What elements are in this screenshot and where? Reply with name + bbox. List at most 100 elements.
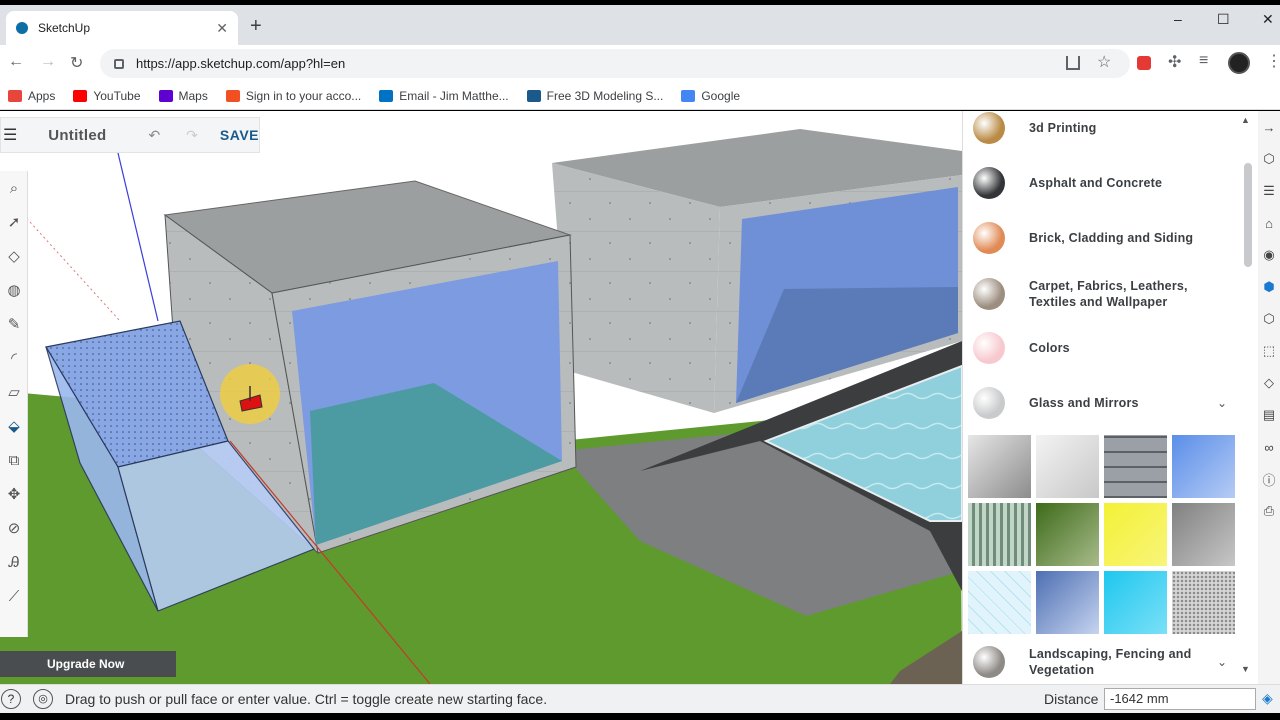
material-category-row[interactable]: Carpet, Fabrics, Leathers, Textiles and … [963,269,1243,319]
arc-tool-icon[interactable]: ◜ [0,341,28,375]
material-category-row[interactable]: 3d Printing [963,111,1243,145]
sketchup-logo-icon: ◈ [1262,690,1273,706]
right-panel-tool-icon[interactable]: ☰ [1258,175,1280,207]
bookmark-item[interactable]: Google [681,89,740,103]
forward-button[interactable]: → [40,53,56,71]
right-panel-tool-icon[interactable]: ⬚ [1258,335,1280,367]
material-swatch [973,112,1005,144]
reload-button[interactable]: ↻ [70,53,83,73]
material-category-row[interactable]: Glass and Mirrors ⌄ [963,386,1243,420]
right-panel-tool-icon[interactable]: ⬢ [1258,271,1280,303]
model-viewport[interactable]: ☰ Untitled ↶ ↷ SAVE ⌕ ➚ ◇ ◍ ✎ ◜ ▱ ⬙ ⧉ ✥ ⊘ Ꭿ ⟋ Upgrad… [0,111,962,684]
maximize-button[interactable]: ☐ [1217,11,1230,28]
minimize-button[interactable]: – [1174,11,1182,27]
google-icon [681,89,696,102]
dark-gray-glass-swatch[interactable] [1172,503,1235,566]
paint-bucket-tool-icon[interactable]: ◍ [0,273,28,307]
tab-close-icon[interactable]: ✕ [216,20,228,37]
bookmark-label: Apps [28,88,56,103]
eraser-tool-icon[interactable]: ◇ [0,239,28,273]
extensions-puzzle-icon[interactable]: ✣ [1168,52,1181,72]
panel-scrollbar[interactable] [1244,163,1252,267]
chevron-down-icon[interactable]: ⌄ [1217,396,1227,410]
chevron-down-icon[interactable]: ⌄ [1217,655,1227,669]
material-category-row[interactable]: Asphalt and Concrete [963,166,1243,200]
material-category-row[interactable]: Colors [963,331,1243,365]
bookmark-item[interactable]: Sign in to your acco... [225,88,362,103]
bookmark-item[interactable]: Apps [8,89,55,103]
bookmark-label: YouTube [93,88,141,103]
globe-icon[interactable]: ◎ [33,688,53,709]
address-bar[interactable]: https://app.sketchup.com/app?hl=en [100,49,1130,78]
speckled-swatch[interactable] [1172,571,1235,634]
select-tool-icon[interactable]: ➚ [0,205,28,239]
light-blue-grid-swatch[interactable] [968,571,1031,634]
blue-glass-swatch[interactable] [1172,435,1235,498]
hamburger-menu-icon[interactable]: ☰ [3,125,22,145]
material-swatch [973,387,1005,419]
model-title-bar: ☰ Untitled ↶ ↷ SAVE [0,117,260,153]
help-icon[interactable]: ? [1,688,21,709]
3d-scene[interactable] [0,111,962,684]
right-panel-tool-icon[interactable]: ⬡ [1258,143,1280,175]
right-panel-tool-icon[interactable]: ◇ [1258,367,1280,399]
move-tool-icon[interactable]: ✥ [0,477,28,511]
bookmark-label: Sign in to your acco... [245,88,362,103]
outlook-icon [379,89,394,102]
new-tab-button[interactable]: + [250,15,262,38]
model-name[interactable]: Untitled [48,127,106,144]
material-category-row[interactable]: Brick, Cladding and Siding [963,221,1243,255]
status-message: Drag to push or pull face or enter value… [65,690,548,707]
browser-menu-icon[interactable]: ⋮ [1266,51,1280,71]
pencil-tool-icon[interactable]: ✎ [0,307,28,341]
bookmark-item[interactable]: Maps [158,89,208,103]
section-tool-icon[interactable]: ⟋ [0,579,28,613]
yellow-glass-swatch[interactable] [1104,503,1167,566]
redo-button[interactable]: ↷ [186,127,198,144]
right-panel-tool-icon[interactable]: → [1258,111,1280,143]
bookmark-item[interactable]: Email - Jim Matthe... [379,89,509,103]
right-toolbar: → ⬡ ☰ ⌂ ◉ ⬢ ⬡ ⬚ ◇ ▤ ∞ ⓘ ⎙ [1258,111,1280,684]
bookmark-item[interactable]: YouTube [73,88,141,103]
tiled-pattern-swatch[interactable] [1104,435,1167,498]
right-panel-tool-icon[interactable]: ∞ [1258,431,1280,463]
light-gray-swatch[interactable] [1036,435,1099,498]
tape-measure-tool-icon[interactable]: ⊘ [0,511,28,545]
materials-panel: ▲ ▼ 3d Printing Asphalt and Concrete Brick… [962,111,1258,684]
material-category-row[interactable]: Landscaping, Fencing and Vegetation ⌄ [963,640,1243,684]
right-panel-tool-icon[interactable]: ⌂ [1258,207,1280,239]
sketchup-favicon-icon [16,22,28,34]
browser-tab-sketchup[interactable]: SketchUp ✕ [6,11,238,45]
right-panel-tool-icon[interactable]: ⎙ [1258,495,1280,527]
extension-pocket-icon[interactable] [1137,56,1151,70]
back-button[interactable]: ← [8,53,24,71]
right-panel-tool-icon[interactable]: ◉ [1258,239,1280,271]
upgrade-now-button[interactable]: Upgrade Now [0,651,176,677]
screen-bottom-edge [0,713,1280,720]
install-app-icon[interactable] [1066,56,1080,70]
push-pull-tool-icon[interactable]: ⬙ [0,409,28,443]
text-tool-icon[interactable]: Ꭿ [0,545,28,579]
offset-tool-icon[interactable]: ⧉ [0,443,28,477]
search-tool-icon[interactable]: ⌕ [0,171,28,205]
bookmark-item[interactable]: Free 3D Modeling S... [526,89,663,103]
cyan-glass-swatch[interactable] [1104,571,1167,634]
close-window-button[interactable]: ✕ [1262,11,1274,28]
olive-glass-swatch[interactable] [1036,503,1099,566]
bookmark-star-icon[interactable]: ☆ [1097,52,1111,72]
rectangle-tool-icon[interactable]: ▱ [0,375,28,409]
browser-tab-strip: SketchUp ✕ + – ☐ ✕ [0,5,1280,45]
reading-list-icon[interactable]: ≡ [1199,52,1208,70]
green-stripe-swatch[interactable] [968,503,1031,566]
right-panel-tool-icon[interactable]: ⬡ [1258,303,1280,335]
gray-gradient-swatch[interactable] [968,435,1031,498]
right-panel-tool-icon[interactable]: ▤ [1258,399,1280,431]
right-panel-tool-icon[interactable]: ⓘ [1258,463,1280,495]
material-category-label: 3d Printing [1029,121,1097,135]
distance-input[interactable]: -1642 mm [1104,688,1256,710]
profile-avatar[interactable] [1228,52,1250,74]
cloudy-blue-swatch[interactable] [1036,571,1099,634]
undo-button[interactable]: ↶ [148,127,160,144]
right-box-front-left [552,163,720,413]
save-button[interactable]: SAVE [220,127,259,143]
